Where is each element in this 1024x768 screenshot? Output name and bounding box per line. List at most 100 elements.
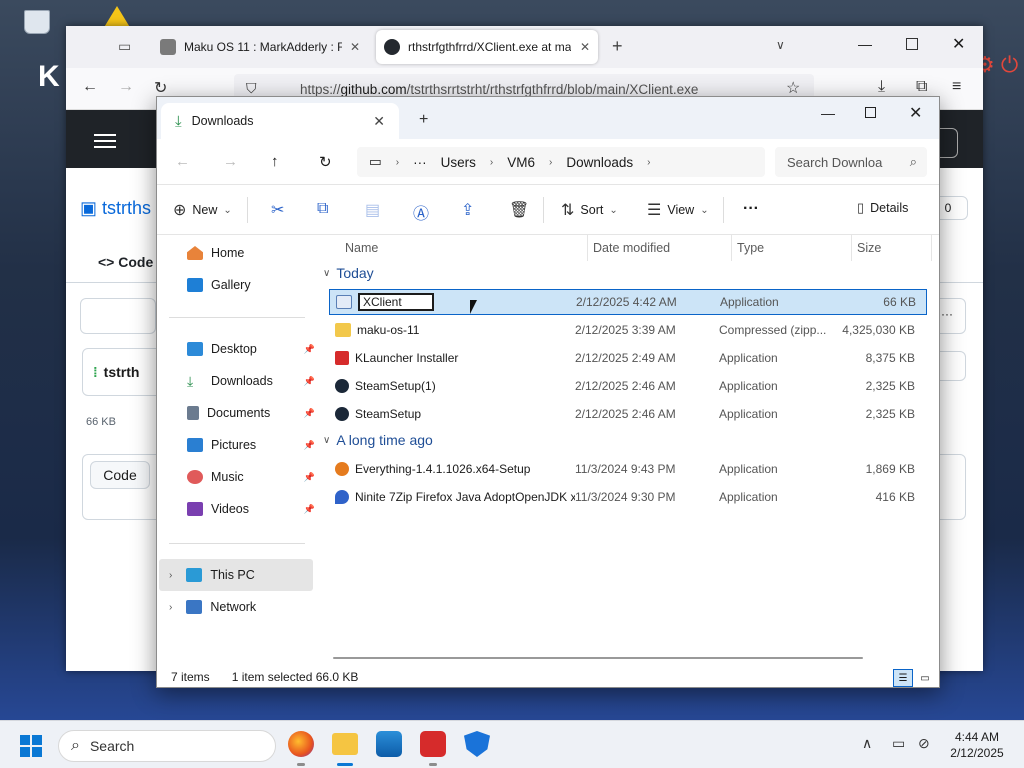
refresh-icon[interactable]: ↻ — [319, 153, 332, 171]
minimize-icon[interactable]: — — [858, 36, 872, 52]
nav-desktop[interactable]: Desktop 📌 — [187, 337, 315, 361]
forward-arrow-icon[interactable]: → — [118, 78, 134, 96]
more-button[interactable]: ··· — [743, 200, 759, 218]
tab-list-icon[interactable]: ▭ — [118, 38, 131, 55]
selection-info: 1 item selected 66.0 KB — [231, 670, 359, 684]
reload-icon[interactable]: ↻ — [154, 78, 167, 98]
file-row-steamsetup-1[interactable]: SteamSetup(1) 2/12/2025 2:46 AM Applicat… — [329, 373, 927, 399]
start-button[interactable] — [20, 735, 42, 757]
close-tab-icon[interactable]: ✕ — [580, 40, 590, 54]
pin-icon[interactable]: 📌 — [304, 472, 315, 483]
defender-shield-icon[interactable] — [464, 731, 490, 757]
close-tab-icon[interactable]: ✕ — [350, 40, 360, 54]
repo-title[interactable]: ▣ tstrths — [80, 198, 151, 219]
horizontal-scrollbar[interactable] — [333, 657, 863, 659]
bookmark-star-icon[interactable]: ☆ — [786, 78, 800, 98]
shield-icon[interactable]: ⛉ — [246, 80, 257, 97]
nav-pictures[interactable]: Pictures 📌 — [187, 433, 315, 457]
breadcrumb-vm6[interactable]: VM6 — [507, 155, 535, 170]
maximize-icon[interactable] — [865, 107, 876, 118]
group-long-ago[interactable]: ∨ A long time ago — [323, 432, 433, 448]
explorer-tab-downloads[interactable]: ⤓ Downloads ✕ — [161, 103, 399, 139]
clock[interactable]: 4:44 AM 2/12/2025 — [940, 729, 1014, 761]
delete-button[interactable]: 🗑 — [509, 200, 529, 220]
file-row-klauncher[interactable]: KLauncher Installer 2/12/2025 2:49 AM Ap… — [329, 345, 927, 371]
forward-arrow-icon[interactable]: → — [223, 153, 238, 170]
sort-button[interactable]: ⇅ Sort ⌄ — [561, 200, 618, 220]
nav-videos[interactable]: Videos 📌 — [187, 497, 315, 521]
breadcrumb[interactable]: ▭ › ··· Users › VM6 › Downloads › — [357, 147, 765, 177]
network-tray-icon[interactable]: ▭ — [892, 735, 905, 752]
pin-icon[interactable]: 📌 — [304, 344, 315, 355]
download-icon[interactable]: ⤓ — [878, 78, 885, 96]
share-button[interactable]: ⇪ — [461, 200, 474, 220]
group-today[interactable]: ∨ Today — [323, 265, 374, 281]
extensions-icon[interactable]: ⧉ — [916, 78, 927, 96]
pin-icon[interactable]: 📌 — [304, 408, 315, 419]
hamburger-icon[interactable] — [94, 134, 116, 136]
file-row-xclient[interactable]: XClient 2/12/2025 4:42 AM Application 66… — [329, 289, 927, 315]
nav-music[interactable]: Music 📌 — [187, 465, 315, 489]
rename-button[interactable]: Ⓐ — [413, 200, 429, 224]
nav-documents[interactable]: Documents 📌 — [187, 401, 315, 425]
tiles-view-icon[interactable]: ▭ — [915, 669, 935, 687]
column-name[interactable]: Name — [345, 237, 378, 259]
close-tab-icon[interactable]: ✕ — [373, 113, 385, 130]
nav-downloads[interactable]: ⤓ Downloads 📌 — [187, 369, 315, 393]
copy-button[interactable]: ⧉ — [317, 200, 328, 218]
steam-icon — [335, 379, 349, 393]
rename-input[interactable]: XClient — [358, 293, 434, 311]
chevron-down-icon: ∨ — [323, 434, 331, 446]
browser-tab-github[interactable]: rthstrfgthfrrd/XClient.exe at ma ✕ — [376, 30, 598, 64]
breadcrumb-downloads[interactable]: Downloads — [566, 155, 633, 170]
file-row-maku-os[interactable]: maku-os-11 2/12/2025 3:39 AM Compressed … — [329, 317, 927, 343]
breadcrumb-users[interactable]: Users — [441, 155, 476, 170]
paste-button[interactable]: ▤ — [365, 200, 380, 220]
code-tab[interactable]: <> Code — [98, 254, 153, 270]
nav-home[interactable]: Home — [187, 241, 315, 265]
new-tab-icon[interactable]: + — [419, 111, 428, 129]
menu-icon[interactable]: ≡ — [952, 78, 961, 96]
back-arrow-icon[interactable]: ← — [82, 78, 98, 96]
volume-mute-icon[interactable]: ⊘ — [918, 735, 930, 752]
close-window-icon[interactable]: ✕ — [909, 103, 922, 123]
photos-app-icon[interactable] — [376, 731, 402, 757]
new-tab-icon[interactable]: + — [612, 36, 623, 57]
nav-network[interactable]: › Network — [169, 595, 313, 619]
details-button[interactable]: ▯ Details — [857, 200, 908, 216]
search-input[interactable]: Search Downloa ⌕ — [775, 147, 927, 177]
file-row-steamsetup[interactable]: SteamSetup 2/12/2025 2:46 AM Application… — [329, 401, 927, 427]
background-letter: K — [38, 60, 60, 93]
details-view-icon[interactable]: ☰ — [893, 669, 913, 687]
taskbar-search[interactable]: ⌕ Search — [58, 730, 276, 762]
up-arrow-icon[interactable]: ↑ — [271, 153, 279, 170]
close-window-icon[interactable]: ✕ — [952, 34, 965, 54]
code-button[interactable]: Code — [90, 461, 150, 489]
file-explorer-icon[interactable] — [332, 733, 358, 755]
cut-button[interactable]: ✂ — [271, 200, 284, 220]
minimize-icon[interactable]: — — [821, 105, 835, 121]
pin-icon[interactable]: 📌 — [304, 440, 315, 451]
view-button[interactable]: ☰ View ⌄ — [647, 200, 709, 220]
firefox-icon[interactable] — [288, 731, 314, 757]
pin-icon[interactable]: 📌 — [304, 376, 315, 387]
tab-overflow-chevron-icon[interactable]: ∨ — [776, 38, 785, 52]
nav-this-pc[interactable]: › This PC — [169, 563, 313, 587]
sidebar-toggle-button[interactable] — [80, 298, 156, 334]
file-row-ninite[interactable]: Ninite 7Zip Firefox Java AdoptOpenJDK x.… — [329, 484, 927, 510]
column-type[interactable]: Type — [737, 237, 764, 259]
back-arrow-icon[interactable]: ← — [175, 153, 190, 170]
column-size[interactable]: Size — [857, 237, 881, 259]
file-row-everything[interactable]: Everything-1.4.1.1026.x64-Setup 11/3/202… — [329, 456, 927, 482]
nav-gallery[interactable]: Gallery — [187, 273, 315, 297]
maximize-icon[interactable] — [906, 38, 918, 50]
tray-chevron-up-icon[interactable]: ∧ — [862, 735, 872, 752]
chevron-right-icon[interactable]: › — [169, 602, 172, 613]
column-date-modified[interactable]: Date modified — [593, 237, 670, 259]
browser-tab-maku[interactable]: Maku OS 11 : MarkAdderly : Fre ✕ — [152, 30, 368, 64]
chevron-right-icon[interactable]: › — [169, 570, 172, 581]
recycle-bin-icon[interactable] — [24, 10, 50, 34]
new-button[interactable]: ⊕ New ⌄ — [173, 200, 232, 220]
pin-icon[interactable]: 📌 — [304, 504, 315, 515]
klauncher-taskbar-icon[interactable] — [420, 731, 446, 757]
